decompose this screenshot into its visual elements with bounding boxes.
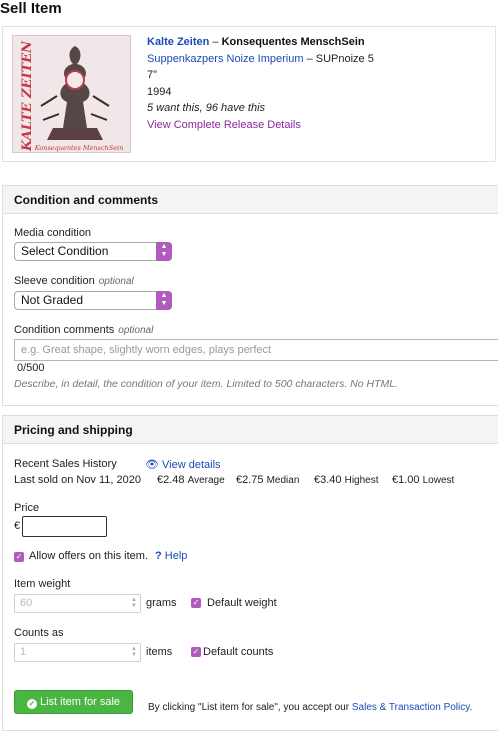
sleeve-optional-tag: optional	[98, 276, 134, 287]
default-weight-label: Default weight	[207, 597, 277, 609]
default-counts-checkbox[interactable]: ✓	[191, 647, 201, 657]
lowest-price: €1.00 Lowest	[392, 474, 454, 486]
condition-hint: Describe, in detail, the condition of yo…	[14, 378, 399, 390]
page-title: Sell Item	[0, 0, 62, 17]
highest-value: €3.40	[314, 474, 342, 486]
median-value: €2.75	[236, 474, 264, 486]
sleeve-condition-label: Sleeve condition	[14, 275, 95, 287]
comments-label-row: Condition comments optional	[14, 324, 153, 336]
release-cover-image[interactable]: KALTE ZEITEN Konsequentes MenschSein	[12, 35, 131, 153]
average-value: €2.48	[157, 474, 185, 486]
median-label: Median	[266, 475, 300, 486]
release-info: Kalte Zeiten – Konsequentes MenschSein S…	[147, 34, 374, 133]
community-stats: 5 want this, 96 have this	[147, 102, 266, 114]
list-item-button-label: List item for sale	[39, 696, 121, 708]
cover-title-text: Konsequentes MenschSein	[34, 144, 124, 152]
currency-symbol: €	[14, 520, 21, 532]
media-condition-label: Media condition	[14, 227, 92, 239]
counts-as-value: 1	[20, 646, 27, 658]
cover-art: KALTE ZEITEN Konsequentes MenschSein	[13, 36, 130, 152]
median-price: €2.75 Median	[236, 474, 299, 486]
release-year: 1994	[147, 85, 172, 98]
release-format: 7"	[147, 69, 158, 81]
default-counts-label: Default counts	[203, 646, 274, 658]
condition-heading: Condition and comments	[3, 186, 498, 214]
cover-band-text: KALTE ZEITEN	[20, 40, 35, 152]
item-weight-label: Item weight	[14, 578, 71, 590]
sleeve-condition-select[interactable]: Not Graded ▲ ▼	[14, 291, 172, 310]
lowest-label: Lowest	[422, 475, 455, 486]
price-label: Price	[14, 502, 40, 514]
help-link[interactable]: ? Help	[155, 550, 187, 562]
select-arrows-icon: ▲ ▼	[156, 242, 172, 261]
last-sold-date: Last sold on Nov 11, 2020	[14, 474, 141, 486]
artist-link[interactable]: Kalte Zeiten	[147, 36, 209, 48]
release-card: KALTE ZEITEN Konsequentes MenschSein Kal…	[2, 26, 496, 162]
policy-link[interactable]: Sales & Transaction Policy	[352, 702, 470, 713]
list-item-button[interactable]: ✓ List item for sale	[14, 690, 133, 714]
comments-optional-tag: optional	[118, 325, 154, 336]
view-details-link[interactable]: 👁 View details	[145, 458, 221, 471]
condition-comments-input[interactable]: e.g. Great shape, slightly worn edges, p…	[14, 339, 498, 361]
release-title: Konsequentes MenschSein	[221, 36, 365, 48]
counts-as-input[interactable]: 1 ▲ ▼	[14, 643, 141, 662]
recent-sales-label: Recent Sales History	[14, 458, 117, 470]
agreement-period: .	[469, 702, 473, 713]
item-weight-input[interactable]: 60 ▲ ▼	[14, 594, 141, 613]
highest-label: Highest	[344, 475, 379, 486]
price-input[interactable]	[22, 516, 107, 537]
character-count: 0/500	[17, 362, 45, 374]
spinner-icon[interactable]: ▲ ▼	[131, 597, 137, 609]
spinner-icon[interactable]: ▲ ▼	[131, 646, 137, 658]
policy-agreement: By clicking "List item for sale", you ac…	[148, 702, 472, 713]
allow-offers-label: Allow offers on this item.	[29, 550, 149, 562]
allow-offers-checkbox[interactable]: ✓	[14, 552, 24, 562]
average-label: Average	[187, 475, 225, 486]
lowest-value: €1.00	[392, 474, 420, 486]
release-details-link[interactable]: View Complete Release Details	[147, 119, 301, 131]
counts-as-label: Counts as	[14, 627, 64, 639]
sleeve-condition-label-row: Sleeve condition optional	[14, 275, 134, 287]
check-circle-icon: ✓	[26, 699, 37, 709]
item-weight-value: 60	[20, 597, 33, 609]
default-weight-checkbox[interactable]: ✓	[191, 598, 201, 608]
eye-icon: 👁	[145, 459, 159, 471]
catalog-number: – SUPnoize 5	[303, 52, 374, 65]
view-details-text: View details	[162, 459, 221, 471]
agreement-text: By clicking "List item for sale", you ac…	[148, 702, 352, 713]
help-text: Help	[164, 550, 188, 562]
media-condition-value: Select Condition	[21, 244, 109, 258]
label-link[interactable]: Suppenkazpers Noize Imperium	[147, 53, 304, 65]
sleeve-condition-value: Not Graded	[21, 293, 84, 307]
highest-price: €3.40 Highest	[314, 474, 379, 486]
counts-unit: items	[146, 646, 173, 658]
average-price: €2.48 Average	[157, 474, 225, 486]
comments-label: Condition comments	[14, 324, 115, 336]
pricing-heading: Pricing and shipping	[3, 416, 498, 444]
help-icon: ?	[155, 550, 162, 562]
media-condition-select[interactable]: Select Condition ▲ ▼	[14, 242, 172, 261]
weight-unit: grams	[146, 597, 177, 609]
title-separator: –	[209, 36, 222, 48]
select-arrows-icon: ▲ ▼	[156, 291, 172, 310]
